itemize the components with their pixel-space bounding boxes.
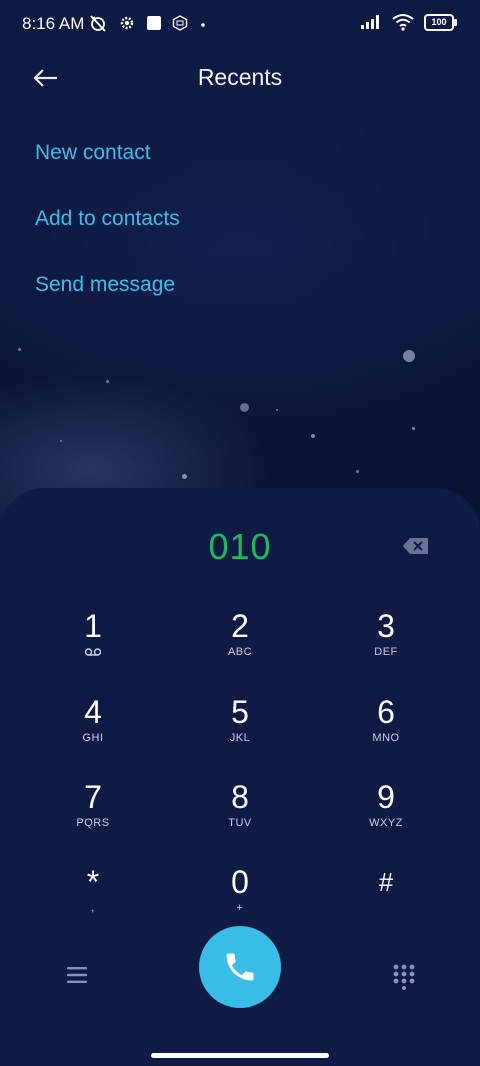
star [311,434,315,438]
dial-key-star[interactable]: * , [38,864,148,934]
key-digit: 7 [84,779,102,815]
star [356,470,359,473]
menu-icon[interactable] [66,966,88,984]
key-digit: 2 [231,608,249,644]
star [276,409,278,411]
alarm-off-icon [90,15,106,32]
wifi-icon [392,14,414,31]
dialpad-icon[interactable] [393,964,415,990]
dial-key-2[interactable]: 2 ABC [185,608,295,678]
key-digit: 0 [231,864,249,900]
star [403,350,415,362]
call-button[interactable] [199,926,281,1008]
key-digit: 8 [231,779,249,815]
status-bar: 8:16 AM 100 [0,0,480,48]
key-digit: 3 [377,608,395,644]
dial-key-7[interactable]: 7 PQRS [38,779,148,849]
key-digit: 1 [84,608,102,644]
key-letters: GHI [82,732,104,744]
star [412,427,415,430]
dot-icon [201,23,205,27]
star [18,348,21,351]
dial-key-hash[interactable]: # [331,864,441,934]
send-message-link[interactable]: Send message [35,273,175,297]
backspace-icon[interactable] [402,536,430,556]
phone-icon [226,953,254,981]
dial-key-5[interactable]: 5 JKL [185,694,295,764]
battery-icon: 100 [424,13,457,31]
key-digit: 4 [84,694,102,730]
star [240,403,249,412]
mi-icon [172,15,188,31]
key-letters: JKL [229,732,251,744]
square-icon [147,16,161,30]
key-letters: + [236,902,244,914]
key-letters: WXYZ [369,817,403,829]
key-letters: TUV [228,817,252,829]
key-letters: , [91,902,95,914]
key-letters: PQRS [76,817,110,829]
dial-key-0[interactable]: 0 + [185,864,295,934]
voicemail-icon [84,648,102,656]
key-letters: DEF [374,646,398,658]
key-digit: * [86,864,100,900]
status-time: 8:16 AM [22,14,85,33]
home-indicator[interactable] [151,1053,329,1058]
star [60,440,62,442]
dial-key-8[interactable]: 8 TUV [185,779,295,849]
gear-icon [120,16,134,30]
dial-key-1[interactable]: 1 [38,608,148,678]
key-digit: 5 [231,694,249,730]
key-digit: 9 [377,779,395,815]
key-letters: ABC [227,646,253,658]
page-title: Recents [197,64,283,90]
key-digit: 6 [377,694,395,730]
dial-key-9[interactable]: 9 WXYZ [331,779,441,849]
star [182,474,187,479]
key-digit: # [378,867,394,897]
signal-icon [361,15,379,29]
add-to-contacts-link[interactable]: Add to contacts [35,207,180,231]
dial-key-4[interactable]: 4 GHI [38,694,148,764]
new-contact-link[interactable]: New contact [35,141,151,165]
key-letters: MNO [372,732,400,744]
star [106,380,109,383]
dial-key-3[interactable]: 3 DEF [331,608,441,678]
dial-key-6[interactable]: 6 MNO [331,694,441,764]
